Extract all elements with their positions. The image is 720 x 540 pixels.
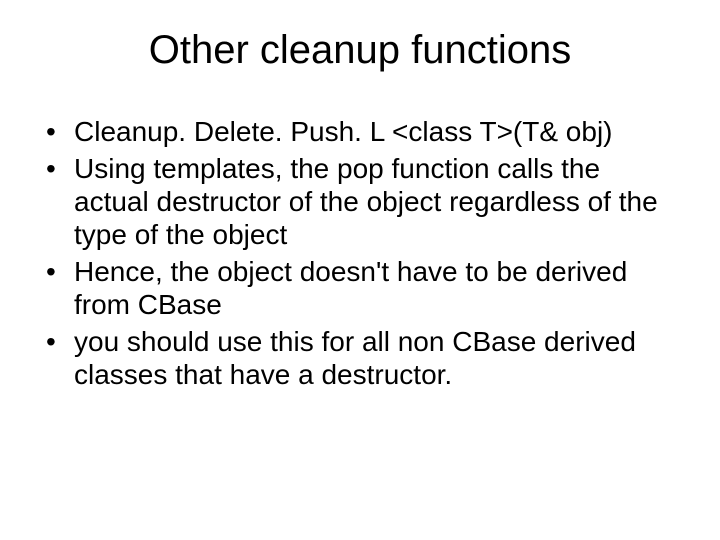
list-item: Using templates, the pop function calls …	[40, 152, 680, 251]
list-item: Hence, the object doesn't have to be der…	[40, 255, 680, 321]
list-item: you should use this for all non CBase de…	[40, 325, 680, 391]
bullet-list: Cleanup. Delete. Push. L <class T>(T& ob…	[40, 115, 680, 391]
list-item: Cleanup. Delete. Push. L <class T>(T& ob…	[40, 115, 680, 148]
slide-title: Other cleanup functions	[40, 28, 680, 73]
slide: Other cleanup functions Cleanup. Delete.…	[0, 0, 720, 540]
